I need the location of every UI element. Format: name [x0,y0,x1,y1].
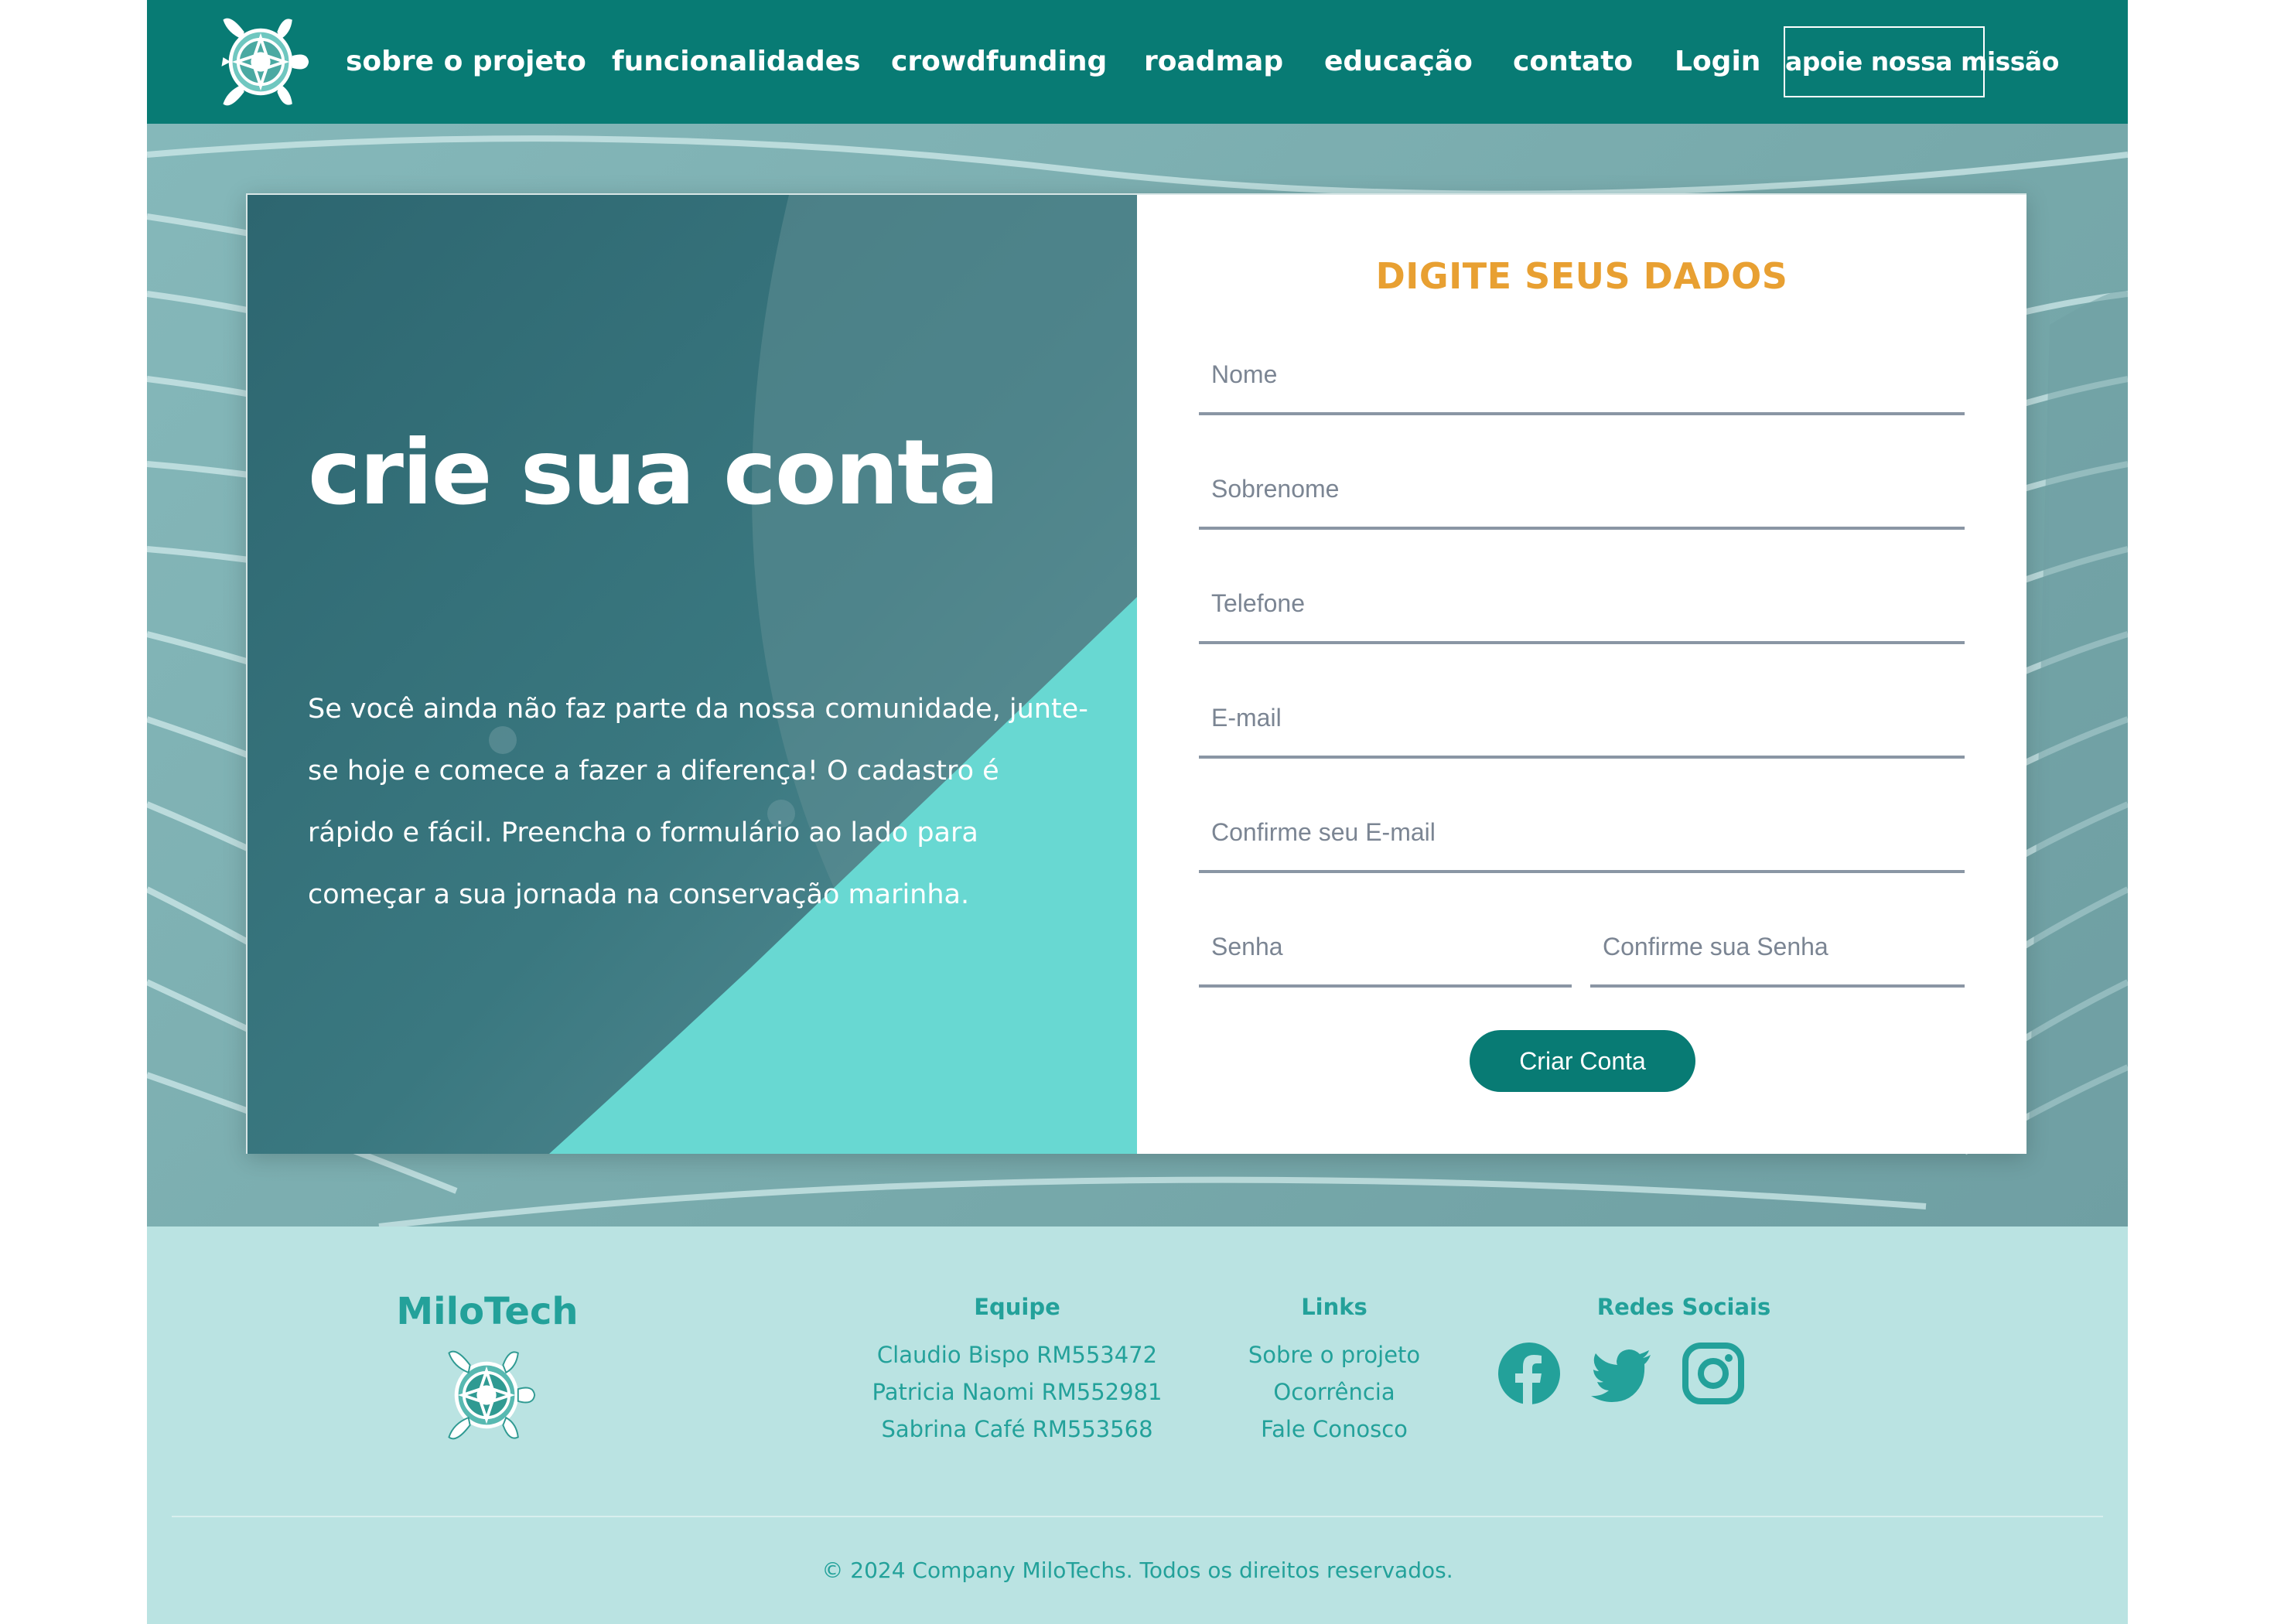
nome-field [1199,332,1965,415]
confirm-email-field [1199,790,1965,873]
page: sobre o projeto funcionalidades crowdfun… [147,0,2128,1624]
email-field [1199,675,1965,759]
nav-link-funcionalidades[interactable]: funcionalidades [612,39,861,85]
footer-social-column: Redes Sociais [1529,1288,1839,1336]
footer-link-ocorrencia[interactable]: Ocorrência [1210,1373,1458,1411]
criar-conta-button[interactable]: Criar Conta [1470,1030,1695,1092]
telefone-input[interactable] [1199,561,1965,641]
nome-input[interactable] [1199,332,1965,412]
team-heading: Equipe [974,1294,1060,1320]
turtle-logo-icon [448,1350,536,1440]
footer-links-column: Links Sobre o projeto Ocorrência Fale Co… [1210,1288,1458,1448]
team-member: Sabrina Café RM553568 [881,1416,1153,1442]
nav-link-login[interactable]: Login [1675,39,1760,85]
top-navigation: sobre o projeto funcionalidades crowdfun… [147,0,2128,124]
team-member: Patricia Naomi RM552981 [872,1379,1163,1405]
twitter-icon[interactable] [1589,1341,1654,1406]
signup-card: crie sua conta Se você ainda não faz par… [246,193,2026,1154]
instagram-icon[interactable] [1681,1341,1746,1406]
telefone-field [1199,561,1965,644]
panel-background-art [248,195,1137,1154]
copyright-text: © 2024 Company MiloTechs. Todos os direi… [821,1557,1453,1583]
senha-field [1199,904,1572,988]
team-member: Claudio Bispo RM553472 [876,1342,1158,1368]
senha-input[interactable] [1199,904,1572,984]
footer-link-fale-conosco[interactable]: Fale Conosco [1210,1411,1458,1448]
signup-heading: crie sua conta [308,421,999,525]
social-heading: Redes Sociais [1596,1294,1771,1320]
signup-form-panel: DIGITE SEUS DADOS Nome Sobrenome Telefon… [1137,195,2026,1154]
nav-link-crowdfunding[interactable]: crowdfunding [891,39,1107,85]
confirm-senha-field [1590,904,1965,988]
footer-brand: MiloTech [396,1290,579,1333]
signup-intro-panel: crie sua conta Se você ainda não faz par… [248,195,1137,1154]
footer-link-sobre-o-projeto[interactable]: Sobre o projeto [1210,1336,1458,1373]
nav-link-roadmap[interactable]: roadmap [1144,39,1283,85]
sobrenome-field [1199,446,1965,530]
turtle-logo-icon[interactable] [206,9,316,114]
facebook-icon[interactable] [1497,1341,1562,1406]
confirm-email-input[interactable] [1199,790,1965,870]
links-heading: Links [1301,1294,1367,1320]
email-input[interactable] [1199,675,1965,756]
nav-link-educacao[interactable]: educação [1324,39,1473,85]
form-title: DIGITE SEUS DADOS [1375,255,1788,297]
sobrenome-input[interactable] [1199,446,1965,527]
site-footer: MiloTech Equipe Claudio Bispo RM553472 P… [147,1227,2128,1624]
nav-link-sobre-o-projeto[interactable]: sobre o projeto [346,39,586,85]
footer-divider [172,1516,2103,1517]
signup-description: Se você ainda não faz parte da nossa com… [308,694,1088,910]
nav-link-contato[interactable]: contato [1513,39,1633,85]
footer-team-column: Equipe Claudio Bispo RM553472 Patricia N… [812,1288,1222,1448]
support-mission-button[interactable]: apoie nossa missão [1784,26,2059,97]
confirm-senha-input[interactable] [1590,904,1965,984]
signup-hero: crie sua conta Se você ainda não faz par… [147,124,2128,1227]
